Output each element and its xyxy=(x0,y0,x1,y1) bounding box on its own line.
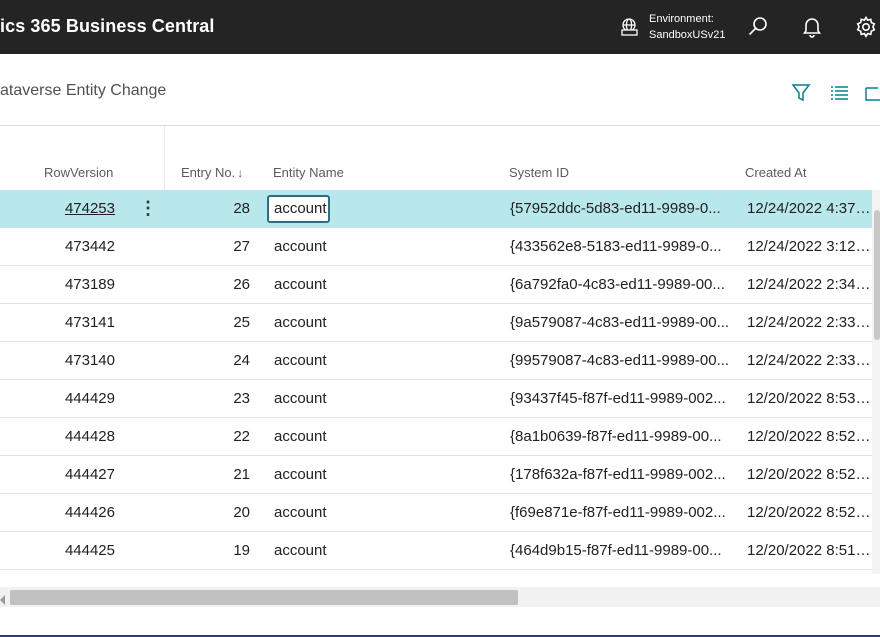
cell-system-id: {f69e871e-f87f-ed11-9989-002... xyxy=(510,504,726,521)
cell-system-id: {57952ddc-5d83-ed11-9989-0... xyxy=(510,200,721,217)
table-row[interactable]: 473141 25 account {9a579087-4c83-ed11-99… xyxy=(0,304,872,342)
column-divider xyxy=(164,126,165,190)
entity-name-field-focused[interactable]: account xyxy=(267,195,330,223)
cell-entry-no: 21 xyxy=(233,466,250,483)
cell-created-at: 12/24/2022 2:33 ... xyxy=(747,352,872,369)
cell-entry-no: 20 xyxy=(233,504,250,521)
table-row[interactable]: 444427 21 account {178f632a-f87f-ed11-99… xyxy=(0,456,872,494)
cell-entity-name[interactable]: account xyxy=(274,504,474,521)
cell-created-at: 12/24/2022 2:34 ... xyxy=(747,276,872,293)
more-vertical-icon[interactable]: ⋮ xyxy=(138,197,158,221)
cell-entry-no: 19 xyxy=(233,542,250,559)
cell-rowversion[interactable]: 473140 xyxy=(0,352,115,369)
table-row[interactable]: 473140 24 account {99579087-4c83-ed11-99… xyxy=(0,342,872,380)
cell-system-id: {464d9b15-f87f-ed11-9989-00... xyxy=(510,542,722,559)
column-header-entry-no[interactable]: Entry No. ↓ xyxy=(181,165,243,180)
cell-rowversion[interactable]: 473189 xyxy=(0,276,115,293)
cell-entry-no: 22 xyxy=(233,428,250,445)
cell-created-at: 12/20/2022 8:51 ... xyxy=(747,542,872,559)
scroll-left-icon[interactable] xyxy=(0,592,6,605)
cell-entity-name[interactable]: account xyxy=(274,352,474,369)
cell-system-id: {9a579087-4c83-ed11-9989-00... xyxy=(510,314,730,331)
cell-entry-no: 24 xyxy=(233,352,250,369)
open-in-icon[interactable] xyxy=(864,82,880,104)
cell-entry-no: 28 xyxy=(233,200,250,217)
cell-entry-no: 23 xyxy=(233,390,250,407)
cell-created-at: 12/24/2022 3:12 ... xyxy=(747,238,872,255)
cell-entry-no: 25 xyxy=(233,314,250,331)
cell-rowversion[interactable]: 444427 xyxy=(0,466,115,483)
cell-system-id: {8a1b0639-f87f-ed11-9989-00... xyxy=(510,428,722,445)
column-header-entity-name[interactable]: Entity Name xyxy=(273,165,344,180)
cell-system-id: {99579087-4c83-ed11-9989-00... xyxy=(510,352,730,369)
cell-created-at: 12/20/2022 8:53 ... xyxy=(747,390,872,407)
environment-indicator[interactable]: Environment: SandboxUSv21 xyxy=(649,11,725,43)
bell-icon[interactable] xyxy=(800,15,824,39)
cell-entity-name[interactable]: account xyxy=(274,238,474,255)
cell-rowversion[interactable]: 444425 xyxy=(0,542,115,559)
vertical-scrollbar-thumb[interactable] xyxy=(874,210,880,340)
column-header-created-at[interactable]: Created At xyxy=(745,165,806,180)
cell-system-id: {6a792fa0-4c83-ed11-9989-00... xyxy=(510,276,725,293)
cell-entity-name: account xyxy=(274,200,327,217)
horizontal-scrollbar-thumb[interactable] xyxy=(10,590,518,605)
column-header-entry-no-label: Entry No. xyxy=(181,165,236,180)
rowversion-link[interactable]: 474253 xyxy=(65,200,115,217)
column-header-system-id[interactable]: System ID xyxy=(509,165,569,180)
filter-icon[interactable] xyxy=(790,82,812,104)
cell-system-id: {178f632a-f87f-ed11-9989-002... xyxy=(510,466,726,483)
table-row[interactable]: 444425 19 account {464d9b15-f87f-ed11-99… xyxy=(0,532,872,570)
app-title[interactable]: ics 365 Business Central xyxy=(0,16,215,37)
column-header-rowversion[interactable]: RowVersion xyxy=(44,165,113,180)
cell-created-at: 12/20/2022 8:52 ... xyxy=(747,504,872,521)
table-row[interactable]: 444429 23 account {93437f45-f87f-ed11-99… xyxy=(0,380,872,418)
cell-entry-no: 26 xyxy=(233,276,250,293)
cell-created-at: 12/20/2022 8:52 ... xyxy=(747,466,872,483)
environment-name: SandboxUSv21 xyxy=(649,29,726,41)
cell-system-id: {433562e8-5183-ed11-9989-0... xyxy=(510,238,722,255)
table-row[interactable]: 444426 20 account {f69e871e-f87f-ed11-99… xyxy=(0,494,872,532)
cell-entity-name[interactable]: account xyxy=(274,276,474,293)
globe-building-icon xyxy=(620,17,640,37)
cell-system-id: {93437f45-f87f-ed11-9989-002... xyxy=(510,390,726,407)
cell-created-at: 12/24/2022 4:37 ... xyxy=(747,200,872,217)
cell-entity-name[interactable]: account xyxy=(274,466,474,483)
page-title: ataverse Entity Change xyxy=(0,82,167,99)
page-header: ataverse Entity Change xyxy=(0,54,880,126)
cell-rowversion[interactable]: 444428 xyxy=(0,428,115,445)
data-grid: RowVersion Entry No. ↓ Entity Name System… xyxy=(0,126,880,606)
cell-created-at: 12/24/2022 2:33 ... xyxy=(747,314,872,331)
table-row[interactable]: 473189 26 account {6a792fa0-4c83-ed11-99… xyxy=(0,266,872,304)
sort-descending-icon: ↓ xyxy=(237,166,244,180)
cell-entity-name[interactable]: account xyxy=(274,390,474,407)
cell-created-at: 12/20/2022 8:52 ... xyxy=(747,428,872,445)
app-bar: ics 365 Business Central Environment: Sa… xyxy=(0,0,880,54)
cell-rowversion[interactable]: 444426 xyxy=(0,504,115,521)
cell-rowversion[interactable]: 473141 xyxy=(0,314,115,331)
table-row[interactable]: 444428 22 account {8a1b0639-f87f-ed11-99… xyxy=(0,418,872,456)
gear-icon[interactable] xyxy=(854,15,878,39)
environment-label: Environment: xyxy=(649,13,714,25)
search-icon[interactable] xyxy=(746,15,770,39)
cell-entity-name[interactable]: account xyxy=(274,314,474,331)
table-row[interactable]: 473442 27 account {433562e8-5183-ed11-99… xyxy=(0,228,872,266)
table-row[interactable]: 474253 ⋮ 28 account {57952ddc-5d83-ed11-… xyxy=(0,190,872,228)
cell-rowversion[interactable]: 444429 xyxy=(0,390,115,407)
list-view-icon[interactable] xyxy=(828,82,850,104)
cell-rowversion: 474253 xyxy=(0,200,115,217)
cell-entity-name[interactable]: account xyxy=(274,542,474,559)
cell-entry-no: 27 xyxy=(233,238,250,255)
cell-rowversion[interactable]: 473442 xyxy=(0,238,115,255)
cell-entity-name[interactable]: account xyxy=(274,428,474,445)
